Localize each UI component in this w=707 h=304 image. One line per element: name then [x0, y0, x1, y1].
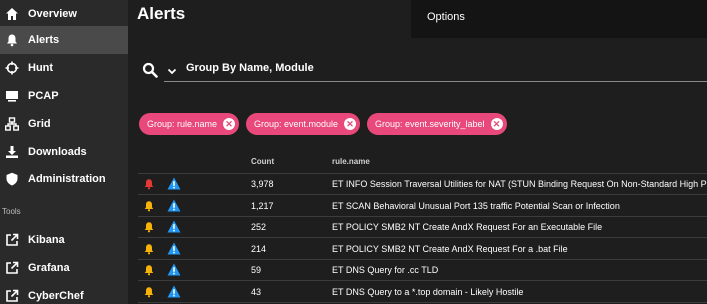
alert-count: 1,217: [251, 200, 274, 211]
column-header-count[interactable]: Count: [251, 157, 274, 166]
rule-name[interactable]: ET DNS Query to a *.top domain - Likely …: [332, 287, 523, 297]
sidebar: Overview Alerts Hunt PCAP Grid Downloads: [0, 0, 128, 304]
sidebar-item-alerts[interactable]: Alerts: [0, 26, 128, 54]
table-row[interactable]: 43 ET DNS Query to a *.top domain - Likel…: [138, 282, 707, 303]
chevron-down-icon[interactable]: [166, 64, 178, 76]
bell-icon: [4, 32, 20, 48]
shield-icon: [4, 171, 20, 187]
sidebar-item-label: Alerts: [28, 34, 60, 46]
group-chip-event-module[interactable]: Group: event.module ✕: [246, 113, 361, 135]
home-icon: [4, 6, 20, 22]
rule-name[interactable]: ET INFO Session Traversal Utilities for …: [332, 179, 707, 189]
pcap-icon: [4, 88, 20, 104]
warning-triangle-icon[interactable]: [167, 199, 181, 212]
rule-name[interactable]: ET DNS Query for .cc TLD: [332, 265, 438, 275]
chip-label: Group: event.module: [254, 119, 339, 129]
sidebar-item-label: Administration: [28, 173, 106, 185]
sidebar-item-label: Kibana: [28, 234, 65, 246]
alert-count: 43: [251, 286, 262, 297]
sidebar-item-grid[interactable]: Grid: [0, 110, 128, 138]
chip-label: Group: rule.name: [147, 119, 218, 129]
sidebar-item-cyberchef[interactable]: CyberChef: [0, 282, 128, 304]
sidebar-item-label: CyberChef: [28, 290, 84, 302]
query-underline: [164, 81, 707, 82]
external-link-icon: [4, 288, 20, 304]
group-by-query[interactable]: Group By Name, Module: [186, 62, 314, 74]
table-row[interactable]: 59 ET DNS Query for .cc TLD: [138, 260, 707, 281]
table-row[interactable]: 214 ET POLICY SMB2 NT Create AndX Request…: [138, 239, 707, 260]
table-row[interactable]: 3,978 ET INFO Session Traversal Utilities…: [138, 174, 707, 195]
sidebar-item-label: Hunt: [28, 62, 54, 74]
options-panel[interactable]: Options: [411, 0, 707, 38]
warning-triangle-icon[interactable]: [167, 285, 181, 298]
sidebar-item-label: Downloads: [28, 146, 87, 158]
alert-count: 3,978: [251, 179, 274, 189]
alert-count: 214: [251, 243, 267, 254]
options-label: Options: [427, 11, 465, 23]
chip-label: Group: event.severity_label: [375, 119, 485, 129]
main-content: Alerts Options Group By Name, Module Gro…: [128, 0, 707, 304]
warning-triangle-icon[interactable]: [167, 242, 181, 255]
close-icon[interactable]: ✕: [344, 118, 357, 130]
tools-section-label: Tools: [2, 207, 21, 216]
warning-triangle-icon[interactable]: [167, 263, 181, 276]
bell-icon[interactable]: [143, 200, 155, 212]
bell-icon[interactable]: [143, 264, 155, 276]
sidebar-item-administration[interactable]: Administration: [0, 165, 128, 193]
group-chip-event-severity-label[interactable]: Group: event.severity_label ✕: [367, 113, 507, 135]
sidebar-item-hunt[interactable]: Hunt: [0, 54, 128, 82]
warning-triangle-icon[interactable]: [167, 220, 181, 233]
alert-count: 59: [251, 265, 262, 275]
external-link-icon: [4, 260, 20, 276]
rule-name[interactable]: ET SCAN Behavioral Unusual Port 135 traf…: [332, 201, 620, 211]
sidebar-item-label: PCAP: [28, 90, 59, 102]
sidebar-item-label: Grafana: [28, 262, 70, 274]
sidebar-item-pcap[interactable]: PCAP: [0, 82, 128, 110]
sidebar-item-label: Overview: [28, 8, 77, 20]
grid-icon: [4, 116, 20, 132]
external-link-icon: [4, 232, 20, 248]
warning-triangle-icon[interactable]: [167, 177, 181, 190]
search-icon[interactable]: [142, 62, 158, 78]
bell-icon[interactable]: [143, 178, 155, 190]
sidebar-item-kibana[interactable]: Kibana: [0, 226, 128, 254]
group-chip-rule-name[interactable]: Group: rule.name ✕: [139, 113, 240, 135]
sidebar-item-label: Grid: [28, 118, 51, 130]
rule-name[interactable]: ET POLICY SMB2 NT Create AndX Request Fo…: [332, 244, 568, 254]
download-icon: [4, 144, 20, 160]
sidebar-item-overview[interactable]: Overview: [0, 0, 128, 28]
bell-icon[interactable]: [143, 221, 155, 233]
bell-icon[interactable]: [143, 243, 155, 255]
alert-count: 252: [251, 222, 267, 232]
close-icon[interactable]: ✕: [223, 118, 236, 130]
sidebar-item-grafana[interactable]: Grafana: [0, 254, 128, 282]
page-title: Alerts: [137, 4, 186, 23]
close-icon[interactable]: ✕: [490, 118, 503, 130]
rule-name[interactable]: ET POLICY SMB2 NT Create AndX Request Fo…: [332, 222, 602, 232]
bell-icon[interactable]: [143, 286, 155, 298]
crosshairs-icon: [4, 60, 20, 76]
sidebar-item-downloads[interactable]: Downloads: [0, 138, 128, 166]
column-header-rule-name[interactable]: rule.name: [332, 157, 370, 166]
table-row[interactable]: 1,217 ET SCAN Behavioral Unusual Port 135…: [138, 196, 707, 217]
table-row[interactable]: 252 ET POLICY SMB2 NT Create AndX Request…: [138, 217, 707, 238]
